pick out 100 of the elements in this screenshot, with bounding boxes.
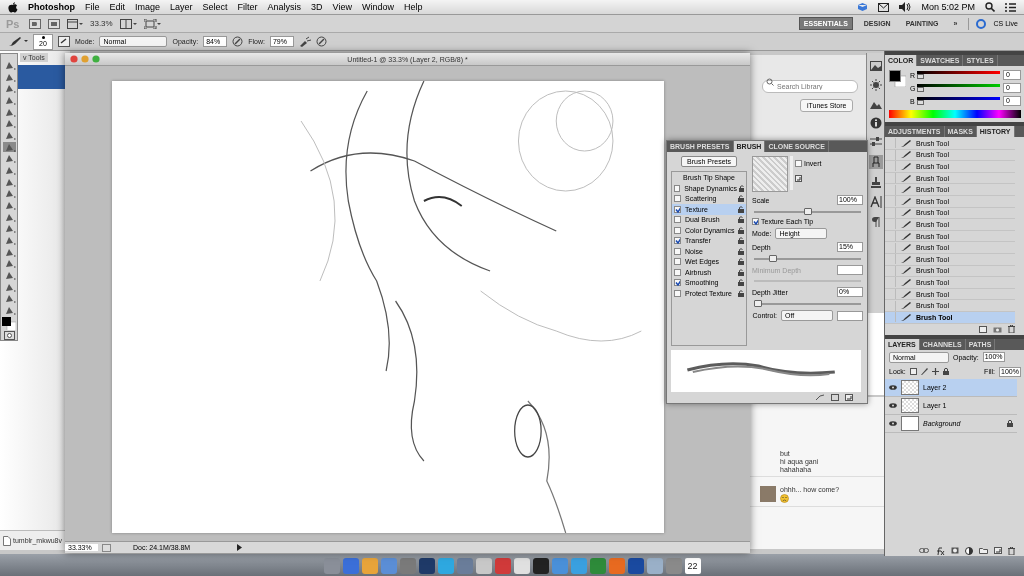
slider-thumb[interactable]	[917, 87, 924, 92]
dock-app-icon[interactable]	[532, 558, 549, 574]
checkbox[interactable]	[674, 279, 681, 287]
menu-item[interactable]: Help	[404, 2, 423, 12]
camera-icon[interactable]	[993, 325, 1002, 333]
eye-icon[interactable]	[889, 402, 897, 408]
link-icon[interactable]	[919, 548, 929, 553]
color-channel-slider[interactable]	[917, 97, 1000, 105]
search-icon[interactable]	[985, 2, 995, 12]
box-icon[interactable]	[857, 2, 869, 12]
slider-thumb[interactable]	[768, 255, 777, 262]
play-arrow-icon[interactable]	[237, 544, 242, 551]
quick-mask-icon[interactable]	[3, 331, 15, 341]
checkbox[interactable]	[674, 226, 681, 234]
color-swatches-icon[interactable]	[2, 316, 16, 331]
stamp-icon[interactable]	[869, 177, 882, 188]
mini-bridge-icon[interactable]	[48, 18, 60, 29]
arrange-documents-icon[interactable]	[119, 18, 137, 29]
texture-pattern-swatch[interactable]	[752, 156, 788, 192]
eye-icon[interactable]	[889, 420, 897, 426]
apple-logo-icon[interactable]	[8, 1, 18, 13]
checkbox[interactable]	[674, 237, 681, 245]
volume-icon[interactable]	[899, 2, 912, 12]
lock-icon[interactable]	[738, 195, 744, 203]
lock-icon[interactable]	[738, 258, 744, 266]
lock-transparency-icon[interactable]	[909, 368, 917, 375]
lock-icon[interactable]	[738, 289, 744, 297]
mail-icon[interactable]	[878, 2, 890, 12]
menu-item[interactable]: Filter	[237, 2, 258, 12]
slider-thumb[interactable]	[803, 208, 812, 215]
dock-app-icon[interactable]	[418, 558, 435, 574]
lock-icon[interactable]	[738, 268, 744, 276]
checkbox[interactable]	[674, 258, 681, 266]
checkbox[interactable]	[674, 289, 681, 297]
menu-item[interactable]: Layer	[170, 2, 193, 12]
slider-thumb[interactable]	[917, 100, 924, 105]
pressure-size-icon[interactable]	[315, 36, 327, 47]
sun-icon[interactable]	[869, 79, 882, 91]
grid-icon[interactable]	[831, 394, 839, 401]
mask-icon[interactable]	[951, 547, 959, 554]
menu-item[interactable]: 3D	[311, 2, 323, 12]
brush-icon[interactable]	[920, 368, 928, 375]
lock-icon[interactable]	[738, 237, 744, 245]
lock-icon[interactable]	[739, 184, 744, 192]
new-item-icon[interactable]	[845, 394, 853, 401]
half-circle-icon[interactable]	[965, 546, 973, 555]
depth-jitter-slider[interactable]	[754, 300, 861, 307]
text-cursor-icon[interactable]	[869, 196, 882, 208]
lock-icon[interactable]	[738, 279, 744, 287]
menu-item[interactable]: Window	[361, 2, 394, 12]
menu-item[interactable]: Analysis	[267, 2, 302, 12]
color-channel-slider[interactable]	[917, 84, 1000, 92]
checkbox[interactable]	[674, 268, 681, 276]
lock-icon[interactable]	[738, 247, 744, 255]
image-icon[interactable]	[869, 61, 882, 71]
bridge-icon[interactable]	[29, 18, 41, 29]
slider-thumb[interactable]	[754, 300, 762, 307]
paragraph-icon[interactable]	[870, 216, 881, 227]
minimum-depth-field[interactable]	[837, 265, 863, 275]
checkbox[interactable]	[674, 247, 681, 255]
menu-item[interactable]: Image	[135, 2, 161, 12]
close-button[interactable]	[70, 55, 78, 63]
lock-icon[interactable]	[738, 205, 744, 213]
trash-icon[interactable]	[1008, 325, 1015, 333]
fx-icon[interactable]	[935, 546, 945, 555]
checkbox[interactable]	[674, 184, 681, 192]
color-spectrum-bar[interactable]	[889, 110, 1021, 118]
brush-panel-toggle-icon[interactable]	[58, 36, 70, 47]
info-icon[interactable]	[869, 117, 882, 129]
foreground-background-color-icon[interactable]	[889, 70, 906, 87]
view-extras-icon[interactable]	[67, 18, 83, 29]
airbrush-icon[interactable]	[298, 36, 311, 47]
dock-app-icon[interactable]	[627, 558, 644, 574]
cs-live-icon[interactable]	[976, 18, 987, 29]
menu-item[interactable]: File	[85, 2, 100, 12]
slider-thumb[interactable]	[917, 74, 924, 79]
menu-bar-clock[interactable]: Mon 5:02 PM	[921, 2, 975, 12]
checkbox[interactable]	[674, 195, 681, 203]
color-channel-slider[interactable]	[917, 71, 1000, 79]
zoom-level-dropdown[interactable]: 33.3%	[90, 19, 113, 28]
menu-item[interactable]: Edit	[109, 2, 126, 12]
trash-icon[interactable]	[1008, 546, 1015, 555]
new-layer-icon[interactable]	[994, 547, 1002, 554]
app-menu[interactable]: Photoshop	[28, 2, 75, 12]
new-document-icon[interactable]	[979, 325, 987, 333]
eye-icon[interactable]	[889, 384, 897, 390]
lock-icon[interactable]	[738, 226, 744, 234]
sliders-icon[interactable]	[869, 137, 882, 147]
menu-item[interactable]: Select	[202, 2, 228, 12]
brush-toggle-icon[interactable]	[815, 394, 825, 401]
lock-icon[interactable]	[942, 368, 949, 375]
calendar-dock-icon[interactable]: 22	[684, 558, 701, 574]
dock-app-icon[interactable]	[513, 558, 530, 574]
list-icon[interactable]	[1005, 2, 1016, 12]
move-icon[interactable]	[931, 368, 939, 375]
checkbox[interactable]	[674, 205, 681, 213]
screen-mode-icon[interactable]	[143, 18, 161, 29]
pressure-opacity-icon[interactable]	[232, 36, 244, 47]
control-field[interactable]	[837, 310, 863, 321]
status-menu-icon[interactable]	[102, 543, 111, 552]
